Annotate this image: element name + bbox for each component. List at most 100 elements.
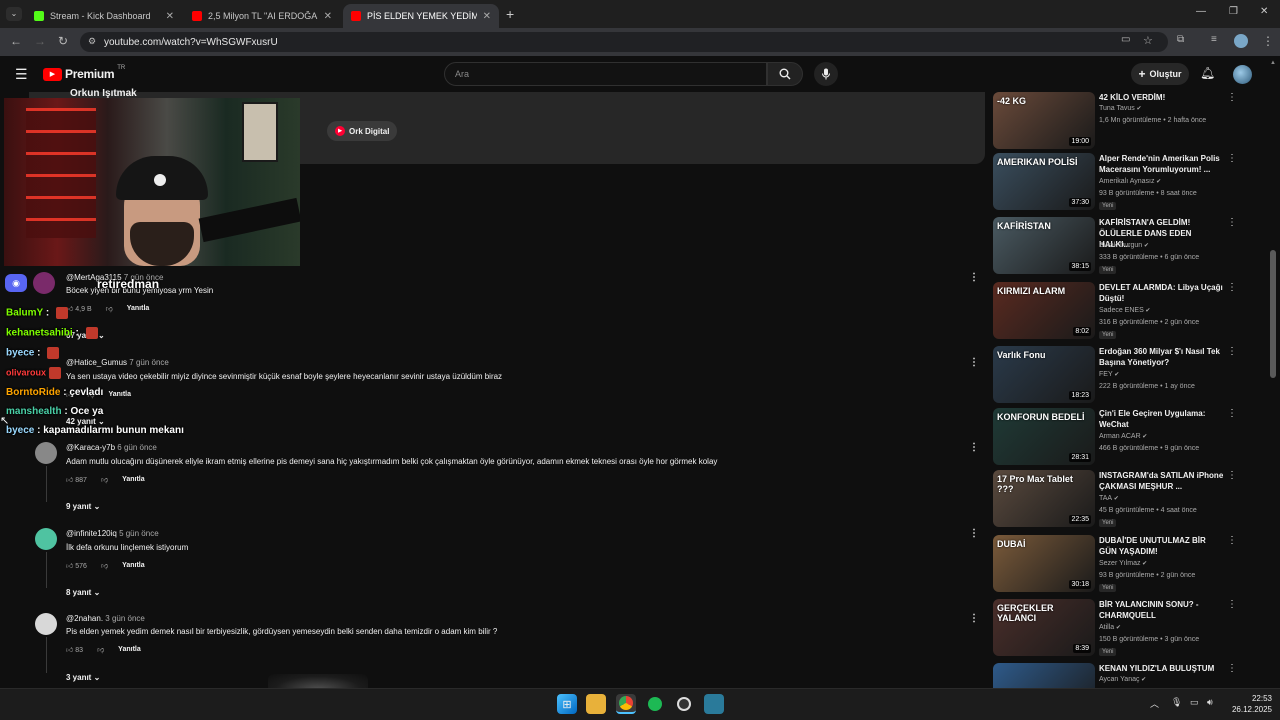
video-menu-icon[interactable]: ⋮ — [1227, 470, 1237, 481]
sidebar-video[interactable]: AMERIKAN POLİSİ 37:30 Alper Rende'nin Amer… — [993, 153, 1243, 211]
video-menu-icon[interactable]: ⋮ — [1227, 408, 1237, 419]
scroll-up-arrow-icon[interactable]: ▲ — [1270, 60, 1276, 66]
search-button[interactable] — [767, 62, 803, 86]
back-icon[interactable]: ← — [10, 34, 22, 48]
like-button[interactable]: 👍︎ 576 — [66, 561, 87, 570]
file-explorer-icon[interactable] — [586, 694, 606, 714]
video-title[interactable]: DEVLET ALARMDA: Libya Uçağı Düştü! — [1099, 282, 1224, 304]
video-menu-icon[interactable]: ⋮ — [1227, 92, 1237, 103]
comment-time[interactable]: 7 gün önce — [129, 358, 169, 367]
dislike-icon[interactable]: 👎︎ — [101, 561, 108, 570]
channel-name[interactable]: Aycan Yanaç ✔ — [1099, 676, 1146, 683]
site-info-icon[interactable]: ⚙ — [88, 36, 96, 47]
sidebar-video[interactable]: DUBAİ 30:18 DUBAİ'DE UNUTULMAZ BİR GÜN YAŞ… — [993, 535, 1243, 593]
video-menu-icon[interactable]: ⋮ — [1227, 663, 1237, 674]
forward-icon[interactable]: → — [34, 34, 46, 48]
comment-author[interactable]: @2nahan. — [66, 614, 103, 623]
notifications-bell-icon[interactable]: 🔔︎ — [1200, 66, 1215, 80]
comment-time[interactable]: 5 gün önce — [119, 529, 159, 538]
network-icon[interactable]: ▭ — [1190, 697, 1199, 708]
chrome-icon[interactable] — [616, 694, 636, 714]
like-button[interactable]: 👍︎ 887 — [66, 475, 87, 484]
channel-name[interactable]: FEY ✔ — [1099, 371, 1119, 378]
tab-kick-dashboard[interactable]: Stream - Kick Dashboard ✕ — [26, 4, 182, 28]
video-menu-icon[interactable]: ⋮ — [1227, 282, 1237, 293]
sidebar-video[interactable]: 17 Pro Max Tablet ??? 22:35 INSTAGRAM'da S… — [993, 470, 1243, 528]
comment-menu-icon[interactable]: ⋮ — [969, 272, 979, 283]
channel-name[interactable]: Burak Durgun ✔ — [1099, 242, 1149, 249]
create-button[interactable]: + Oluştur — [1131, 63, 1189, 85]
video-title[interactable]: DUBAİ'DE UNUTULMAZ BİR GÜN YAŞADIM! — [1099, 535, 1224, 557]
video-thumbnail[interactable]: Varlık Fonu 18:23 — [993, 346, 1095, 403]
like-button[interactable]: 👍︎ 4,9 B — [66, 304, 92, 313]
obs-icon[interactable] — [674, 694, 694, 714]
close-tab-icon[interactable]: ✕ — [166, 11, 174, 22]
sidebar-video[interactable]: KONFORUN BEDELİ 28:31 Çin'i Ele Geçiren Uy… — [993, 408, 1243, 466]
view-replies-button[interactable]: 3 yanıt ⌄ — [66, 673, 100, 682]
reply-button[interactable]: Yanıtla — [108, 391, 131, 398]
video-title[interactable]: 42 KİLO VERDİM! — [1099, 92, 1224, 103]
tab-active-video[interactable]: PİS ELDEN YEMEK YEDİM! - You ✕ — [343, 4, 499, 28]
tray-chevron-icon[interactable]: ︿ — [1150, 697, 1159, 710]
video-menu-icon[interactable]: ⋮ — [1227, 599, 1237, 610]
dislike-icon[interactable]: 👎︎ — [106, 304, 113, 313]
new-tab-button[interactable]: + — [506, 6, 514, 22]
reading-list-icon[interactable]: ≡ — [1211, 34, 1217, 45]
video-thumbnail[interactable]: -42 KG 19:00 — [993, 92, 1095, 149]
clock[interactable]: 22:53 26.12.2025 — [1222, 693, 1272, 715]
reply-button[interactable]: Yanıtla — [122, 562, 145, 569]
volume-icon[interactable]: 🔊︎ — [1207, 697, 1213, 708]
comment-menu-icon[interactable]: ⋮ — [969, 528, 979, 539]
video-title[interactable]: Alper Rende'nin Amerikan Polis Macerasın… — [1099, 153, 1224, 175]
view-replies-button[interactable]: 8 yanıt ⌄ — [66, 588, 100, 597]
channel-name[interactable]: Arman ACAR ✔ — [1099, 433, 1147, 440]
comment-time[interactable]: 6 gün önce — [117, 443, 157, 452]
reply-button[interactable]: Yanıtla — [127, 305, 150, 312]
tab-ai-erdogan[interactable]: 2,5 Milyon TL "AI ERDOĞAN" V ✕ — [184, 4, 340, 28]
channel-name[interactable]: Amerikalı Aynasız ✔ — [1099, 178, 1161, 185]
video-title[interactable]: BİR YALANCININ SONU? - CHARMQUELL — [1099, 599, 1224, 621]
reload-icon[interactable]: ↻ — [58, 34, 68, 48]
sidebar-video[interactable]: KAFİRİSTAN 38:15 KAFİRİSTAN'A GELDİM! ÖLÜL… — [993, 217, 1243, 275]
tab-search-button[interactable]: ⌄ — [6, 7, 22, 21]
video-title[interactable]: KENAN YILDIZ'LA BULUŞTUM — [1099, 663, 1224, 674]
video-title[interactable]: INSTAGRAM'da SATILAN iPhone ÇAKMASI MEŞH… — [1099, 470, 1224, 492]
extensions-icon[interactable]: ⧉ — [1177, 34, 1184, 45]
sidebar-video[interactable]: KIRMIZI ALARM 8:02 DEVLET ALARMDA: Libya U… — [993, 282, 1243, 340]
close-tab-icon[interactable]: ✕ — [324, 11, 332, 22]
comment-menu-icon[interactable]: ⋮ — [969, 357, 979, 368]
channel-name[interactable]: Atilla ✔ — [1099, 624, 1121, 631]
channel-name[interactable]: TAA ✔ — [1099, 495, 1119, 502]
sidebar-video[interactable]: Varlık Fonu 18:23 Erdoğan 360 Milyar $'ı N… — [993, 346, 1243, 404]
comment-menu-icon[interactable]: ⋮ — [969, 442, 979, 453]
comment-time[interactable]: 3 gün önce — [105, 614, 145, 623]
close-tab-icon[interactable]: ✕ — [483, 11, 491, 22]
sidebar-video[interactable]: -42 KG 19:00 42 KİLO VERDİM! Tuna Tavus ✔ 1,… — [993, 92, 1243, 150]
dislike-icon[interactable]: 👎︎ — [97, 645, 104, 654]
video-menu-icon[interactable]: ⋮ — [1227, 217, 1237, 228]
minimize-icon[interactable]: — — [1196, 6, 1206, 17]
like-button[interactable]: 👍︎ 83 — [66, 645, 83, 654]
sidebar-video[interactable]: GERÇEKLER YALANCI 8:39 BİR YALANCININ SONU… — [993, 599, 1243, 657]
video-menu-icon[interactable]: ⋮ — [1227, 535, 1237, 546]
video-title[interactable]: Erdoğan 360 Milyar $'ı Nasıl Tek Başına … — [1099, 346, 1224, 368]
video-title[interactable]: Çin'i Ele Geçiren Uygulama: WeChat — [1099, 408, 1224, 430]
close-window-icon[interactable]: ✕ — [1260, 6, 1268, 17]
restore-icon[interactable]: ❐ — [1229, 6, 1238, 17]
account-avatar[interactable] — [1233, 65, 1252, 84]
video-menu-icon[interactable]: ⋮ — [1227, 346, 1237, 357]
search-input[interactable]: Ara — [444, 62, 767, 86]
cast-icon[interactable]: ▭ — [1121, 34, 1130, 45]
video-thumbnail[interactable]: 17 Pro Max Tablet ??? 22:35 — [993, 470, 1095, 527]
profile-avatar[interactable] — [1234, 34, 1248, 48]
video-thumbnail[interactable]: KIRMIZI ALARM 8:02 — [993, 282, 1095, 339]
reply-button[interactable]: Yanıtla — [122, 476, 145, 483]
comment-author[interactable]: @Karaca-y7b — [66, 443, 115, 452]
windows-start-icon[interactable]: ⊞ — [557, 694, 577, 714]
video-thumbnail[interactable]: AMERIKAN POLİSİ 37:30 — [993, 153, 1095, 210]
browser-menu-icon[interactable]: ⋮ — [1262, 34, 1274, 48]
bookmark-star-icon[interactable]: ☆ — [1143, 34, 1153, 47]
video-menu-icon[interactable]: ⋮ — [1227, 153, 1237, 164]
terminal-icon[interactable] — [704, 694, 724, 714]
dislike-icon[interactable]: 👎︎ — [101, 475, 108, 484]
